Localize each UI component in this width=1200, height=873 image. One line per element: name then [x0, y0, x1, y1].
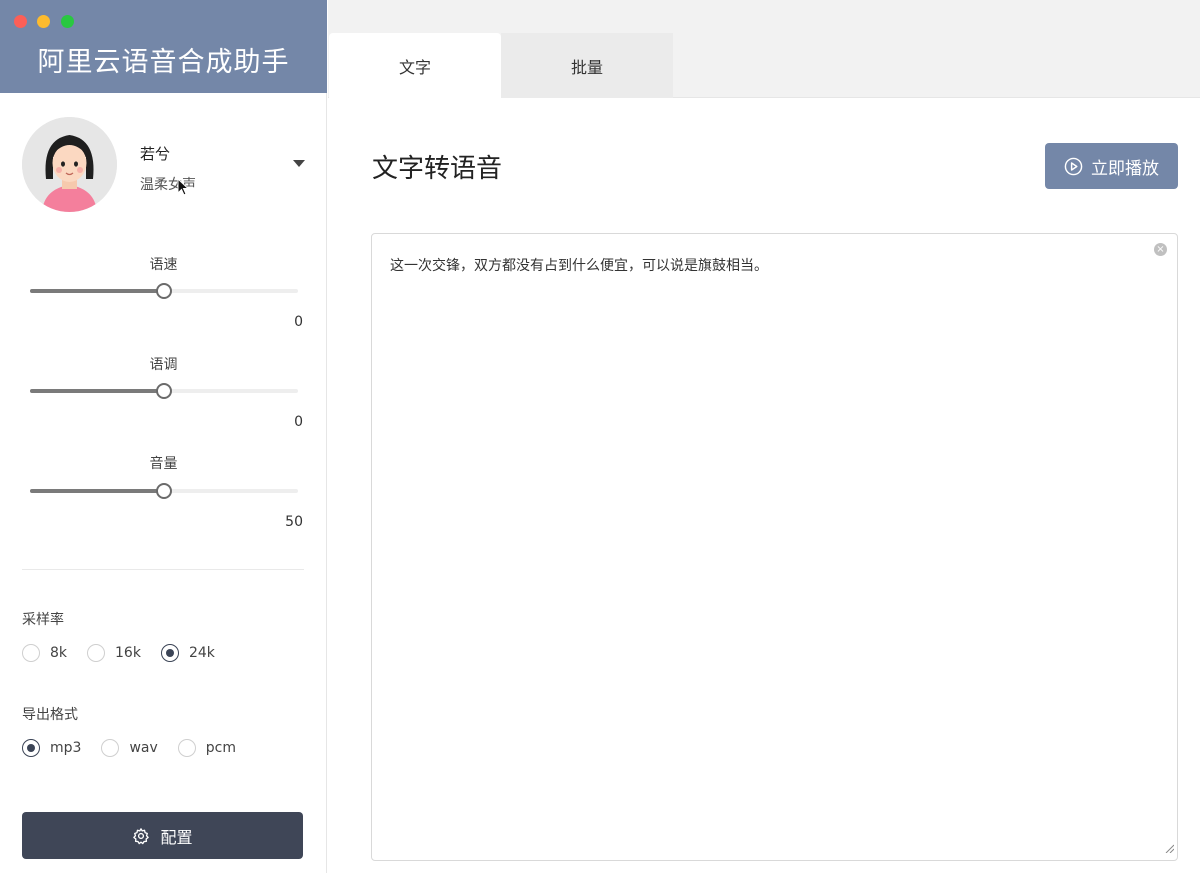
window-zoom-button[interactable]: [61, 15, 74, 28]
mouse-cursor-icon: [177, 177, 190, 200]
export-format-option-wav[interactable]: wav: [101, 739, 158, 757]
export-format-radio-group: mp3 wav pcm: [22, 739, 256, 757]
pitch-slider-label: 语调: [149, 357, 178, 373]
text-input[interactable]: 这一次交锋，双方都没有占到什么便宜，可以说是旗鼓相当。: [372, 234, 1177, 860]
play-now-button[interactable]: 立即播放: [1045, 143, 1178, 189]
radio-label: 16k: [115, 645, 141, 661]
slider-thumb[interactable]: [156, 383, 172, 399]
radio-label: pcm: [205, 740, 236, 756]
tab-text[interactable]: 文字: [329, 33, 501, 99]
sample-rate-label: 采样率: [22, 612, 64, 628]
tab-label: 批量: [570, 57, 603, 77]
pitch-value: 0: [294, 414, 303, 430]
slider-fill: [30, 389, 164, 393]
speed-slider[interactable]: [30, 281, 298, 301]
tab-bar: 文字 批量: [328, 0, 1200, 99]
text-input-box: 这一次交锋，双方都没有占到什么便宜，可以说是旗鼓相当。 ×: [371, 233, 1178, 861]
resize-handle-icon[interactable]: [1165, 838, 1175, 857]
radio-label: mp3: [50, 740, 82, 756]
sample-rate-radio-group: 8k 16k 24k: [22, 644, 235, 662]
girl-avatar-icon: [22, 117, 117, 212]
sample-rate-option-24k[interactable]: 24k: [160, 644, 215, 662]
play-now-button-label: 立即播放: [1091, 158, 1159, 179]
radio-circle[interactable]: [101, 739, 120, 757]
play-circle-icon: [1064, 157, 1083, 176]
sidebar: 阿里云语音合成助手 若兮 温柔女声 语速 0 语调 0 音量 50 采样率 8k…: [0, 0, 327, 873]
voice-name: 若兮: [140, 145, 171, 163]
divider: [22, 569, 304, 570]
slider-fill: [30, 489, 164, 493]
page-title: 文字转语音: [372, 154, 503, 184]
speed-value: 0: [294, 314, 303, 330]
radio-label: 24k: [188, 645, 215, 661]
speed-slider-label: 语速: [149, 257, 178, 273]
sample-rate-option-8k[interactable]: 8k: [22, 644, 67, 662]
radio-circle[interactable]: [87, 644, 106, 662]
radio-circle[interactable]: [160, 644, 179, 662]
app-header: 阿里云语音合成助手: [0, 0, 327, 93]
voice-dropdown-caret-icon[interactable]: [293, 160, 305, 167]
app-title: 阿里云语音合成助手: [37, 47, 290, 78]
export-format-option-mp3[interactable]: mp3: [22, 739, 81, 757]
window-minimize-button[interactable]: [37, 15, 50, 28]
sample-rate-option-16k[interactable]: 16k: [87, 644, 141, 662]
config-button-label: 配置: [160, 827, 193, 847]
tab-label: 文字: [398, 58, 431, 77]
radio-circle[interactable]: [177, 739, 196, 757]
config-button[interactable]: 配置: [22, 812, 303, 859]
tab-batch[interactable]: 批量: [501, 33, 673, 98]
volume-value: 50: [285, 514, 303, 530]
export-format-option-pcm[interactable]: pcm: [177, 739, 236, 757]
voice-avatar: [22, 117, 117, 212]
radio-label: 8k: [50, 645, 68, 661]
radio-circle[interactable]: [22, 739, 40, 757]
radio-circle[interactable]: [22, 644, 40, 662]
clear-icon[interactable]: ×: [1154, 243, 1167, 256]
window-close-button[interactable]: [14, 15, 27, 28]
volume-slider[interactable]: [30, 481, 298, 501]
slider-thumb[interactable]: [156, 483, 172, 499]
radio-label: wav: [129, 740, 158, 756]
export-format-label: 导出格式: [22, 707, 78, 723]
slider-fill: [30, 289, 164, 293]
gear-icon: [132, 827, 150, 845]
volume-slider-label: 音量: [149, 456, 178, 472]
slider-thumb[interactable]: [156, 283, 172, 299]
pitch-slider[interactable]: [30, 381, 298, 401]
